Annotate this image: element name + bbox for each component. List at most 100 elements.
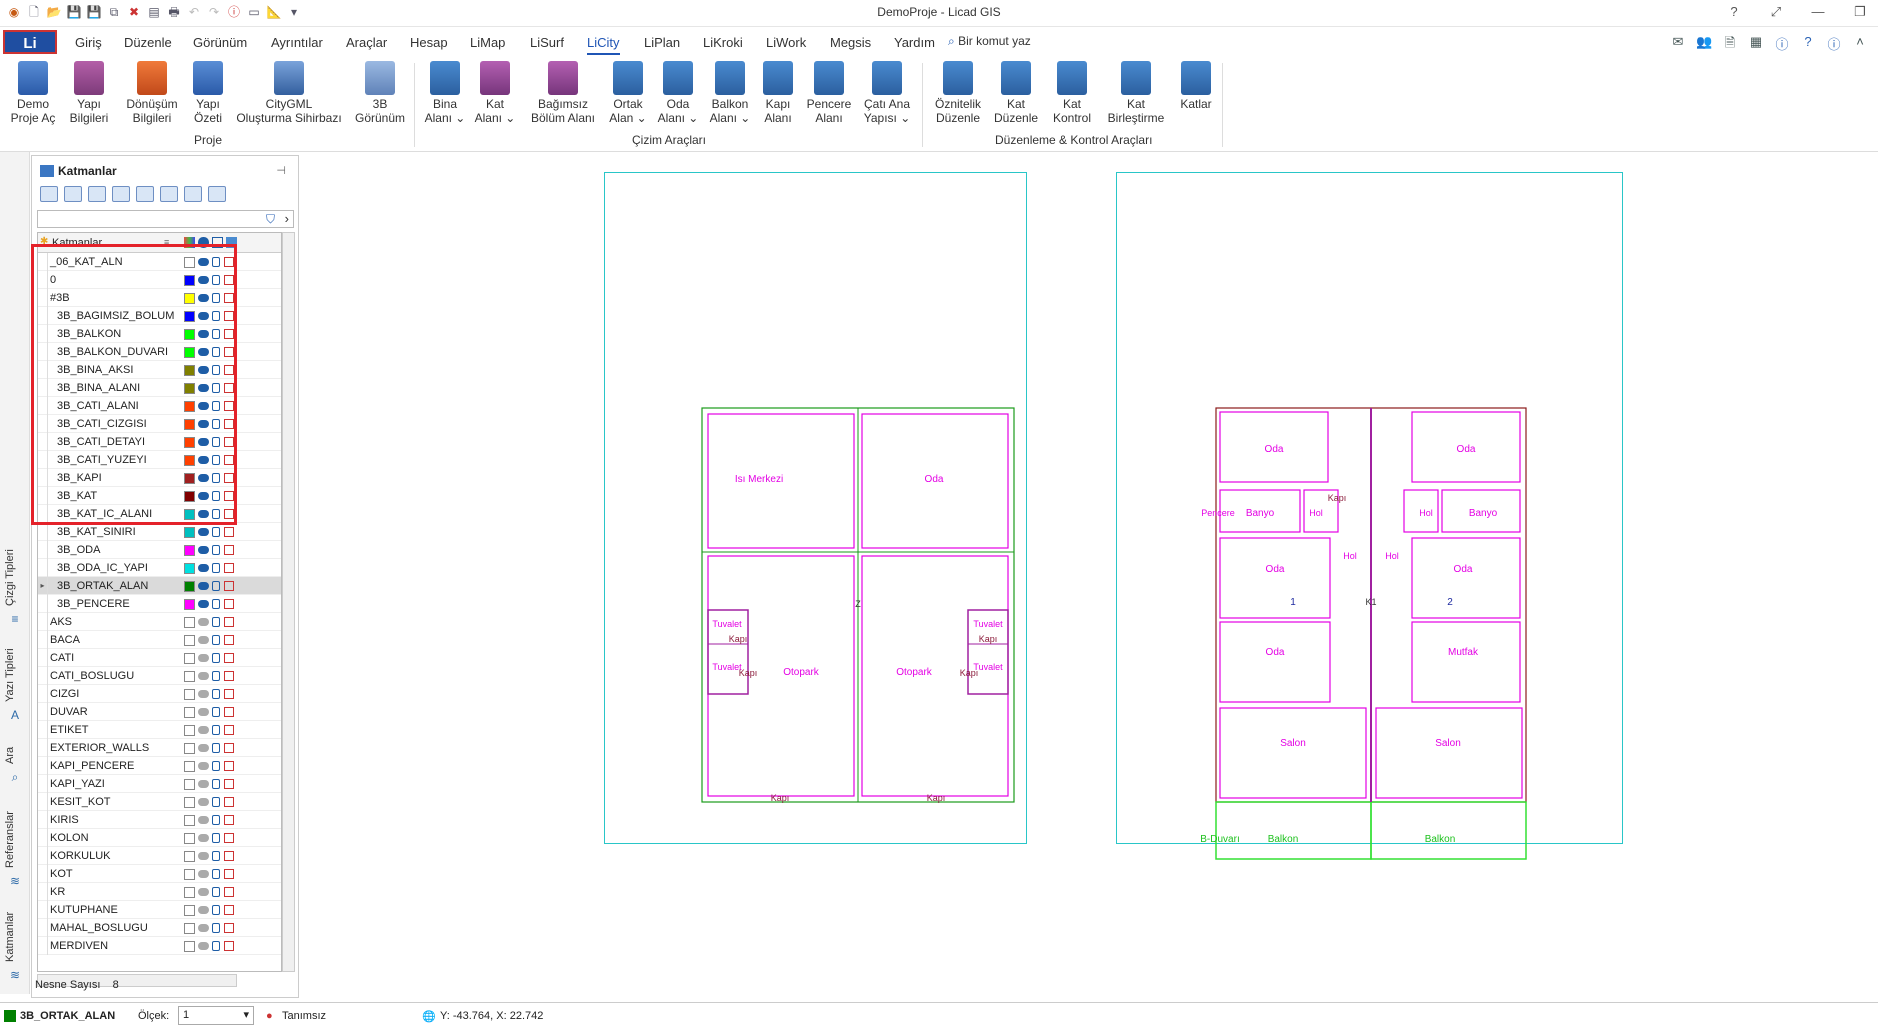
scale-select[interactable]: 1 ▾ xyxy=(178,1006,254,1025)
lock-icon[interactable] xyxy=(212,563,220,573)
layer-refresh-icon[interactable] xyxy=(208,186,226,202)
menu-limap[interactable]: LiMap xyxy=(470,35,505,50)
row-indicator[interactable] xyxy=(38,541,48,559)
print-toggle-icon[interactable] xyxy=(224,743,234,753)
lock-icon[interactable] xyxy=(212,689,220,699)
visibility-toggle-icon[interactable] xyxy=(198,780,209,788)
visibility-toggle-icon[interactable] xyxy=(198,726,209,734)
print-toggle-icon[interactable] xyxy=(224,527,234,537)
layer-color-swatch[interactable] xyxy=(184,563,195,574)
menu-gorunum[interactable]: Görünüm xyxy=(193,35,247,50)
layer-row[interactable]: KUTUPHANE xyxy=(38,901,281,919)
row-indicator[interactable] xyxy=(38,865,48,883)
layer-row[interactable]: AKS xyxy=(38,613,281,631)
print-toggle-icon[interactable] xyxy=(224,599,234,609)
visibility-toggle-icon[interactable] xyxy=(198,690,209,698)
layer-color-swatch[interactable] xyxy=(184,833,195,844)
visibility-toggle-icon[interactable] xyxy=(198,582,209,590)
ribbon-yapi-bilgileri[interactable]: Yapı Bilgileri xyxy=(66,61,112,125)
ribbon-ortak-alan[interactable]: Ortak Alan ⌄ xyxy=(606,61,650,125)
layer-row[interactable]: 3B_ODA xyxy=(38,541,281,559)
restore-layout-icon[interactable]: ⤢ xyxy=(1768,4,1784,20)
lock-icon[interactable] xyxy=(212,761,220,771)
ribbon-3b-gorunum[interactable]: 3B Görünüm xyxy=(354,61,406,125)
ribbon-kat-kontrol[interactable]: Kat Kontrol xyxy=(1050,61,1094,125)
menu-yardim[interactable]: Yardım xyxy=(894,35,935,50)
lock-icon[interactable] xyxy=(212,815,220,825)
row-indicator[interactable] xyxy=(38,631,48,649)
menu-licity[interactable]: LiCity xyxy=(587,35,620,55)
layer-color-swatch[interactable] xyxy=(184,797,195,808)
row-indicator[interactable] xyxy=(38,559,48,577)
row-indicator[interactable] xyxy=(38,901,48,919)
ribbon-bagimsiz-bolum-alani[interactable]: Bağımsız Bölüm Alanı xyxy=(528,61,598,125)
lock-icon[interactable] xyxy=(212,725,220,735)
row-indicator[interactable] xyxy=(38,811,48,829)
style-value[interactable]: Tanımsız xyxy=(282,1010,326,1022)
row-indicator[interactable] xyxy=(38,649,48,667)
layer-select-icon[interactable] xyxy=(184,186,202,202)
print-toggle-icon[interactable] xyxy=(224,761,234,771)
ribbon-kat-birlestirme[interactable]: Kat Birleştirme xyxy=(1106,61,1166,125)
layer-sort-icon[interactable] xyxy=(112,186,130,202)
print-toggle-icon[interactable] xyxy=(224,671,234,681)
menu-hesap[interactable]: Hesap xyxy=(410,35,448,50)
ribbon-katlar[interactable]: Katlar xyxy=(1176,61,1216,111)
print-toggle-icon[interactable] xyxy=(224,725,234,735)
layer-color-swatch[interactable] xyxy=(184,689,195,700)
lock-icon[interactable] xyxy=(212,941,220,951)
ribbon-demo-proje-ac[interactable]: Demo Proje Aç xyxy=(8,61,58,125)
print-toggle-icon[interactable] xyxy=(224,887,234,897)
row-indicator[interactable] xyxy=(38,595,48,613)
layer-color-swatch[interactable] xyxy=(184,905,195,916)
layer-row[interactable]: KIRIS xyxy=(38,811,281,829)
tab-cizgi-tipleri[interactable]: Çizgi Tipleri xyxy=(4,549,16,606)
layer-color-swatch[interactable] xyxy=(184,671,195,682)
layer-row[interactable]: CIZGI xyxy=(38,685,281,703)
menu-duzenle[interactable]: Düzenle xyxy=(124,35,172,50)
ribbon-pencere-alani[interactable]: Pencere Alanı xyxy=(804,61,854,125)
layer-row[interactable]: DUVAR xyxy=(38,703,281,721)
lock-icon[interactable] xyxy=(212,581,220,591)
menu-lisurf[interactable]: LiSurf xyxy=(530,35,564,50)
row-indicator[interactable] xyxy=(38,685,48,703)
layer-color-swatch[interactable] xyxy=(184,527,195,538)
layer-color-swatch[interactable] xyxy=(184,779,195,790)
print-toggle-icon[interactable] xyxy=(224,905,234,915)
lock-icon[interactable] xyxy=(212,617,220,627)
collapse-ribbon-icon[interactable]: ˄ xyxy=(1852,34,1868,50)
lock-icon[interactable] xyxy=(212,869,220,879)
print-toggle-icon[interactable] xyxy=(224,689,234,699)
visibility-toggle-icon[interactable] xyxy=(198,888,209,896)
layer-filter-menu-icon[interactable] xyxy=(160,186,178,202)
print-toggle-icon[interactable] xyxy=(224,923,234,933)
lock-icon[interactable] xyxy=(212,707,220,717)
lock-icon[interactable] xyxy=(212,905,220,915)
visibility-toggle-icon[interactable] xyxy=(198,834,209,842)
ribbon-kat-alani[interactable]: Kat Alanı ⌄ xyxy=(474,61,516,125)
visibility-toggle-icon[interactable] xyxy=(198,906,209,914)
row-indicator[interactable] xyxy=(38,721,48,739)
layer-state-icon[interactable] xyxy=(136,186,154,202)
layer-row[interactable]: KORKULUK xyxy=(38,847,281,865)
layer-color-swatch[interactable] xyxy=(184,923,195,934)
lock-icon[interactable] xyxy=(212,887,220,897)
layer-row[interactable]: KAPI_PENCERE xyxy=(38,757,281,775)
layer-props-icon[interactable] xyxy=(88,186,106,202)
row-indicator[interactable] xyxy=(38,775,48,793)
menu-ayrintilar[interactable]: Ayrıntılar xyxy=(271,35,323,50)
visibility-toggle-icon[interactable] xyxy=(198,564,209,572)
lock-icon[interactable] xyxy=(212,545,220,555)
visibility-toggle-icon[interactable] xyxy=(198,798,209,806)
visibility-toggle-icon[interactable] xyxy=(198,600,209,608)
visibility-toggle-icon[interactable] xyxy=(198,654,209,662)
print-toggle-icon[interactable] xyxy=(224,581,234,591)
ribbon-kapi-alani[interactable]: Kapı Alanı xyxy=(760,61,796,125)
menu-likroki[interactable]: LiKroki xyxy=(703,35,743,50)
print-toggle-icon[interactable] xyxy=(224,563,234,573)
help-window-icon[interactable]: ? xyxy=(1726,4,1742,20)
layer-color-swatch[interactable] xyxy=(184,941,195,952)
layer-color-swatch[interactable] xyxy=(184,743,195,754)
lock-icon[interactable] xyxy=(212,923,220,933)
menu-giris[interactable]: Giriş xyxy=(75,35,102,50)
